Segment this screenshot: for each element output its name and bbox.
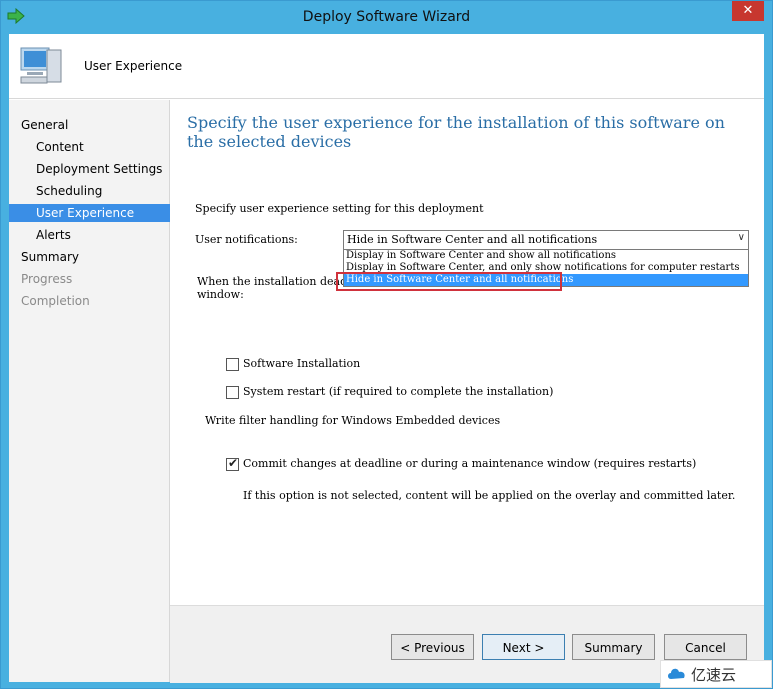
- header-page-name: User Experience: [84, 59, 183, 73]
- watermark: 亿速云: [660, 660, 772, 688]
- commit-note: If this option is not selected, content …: [243, 489, 736, 502]
- cancel-button[interactable]: Cancel: [664, 634, 747, 660]
- nav-item-alerts[interactable]: Alerts: [9, 226, 195, 244]
- nav-item-user-experience[interactable]: User Experience: [9, 204, 195, 222]
- wizard-window: Deploy Software Wizard ✕ User Experience…: [0, 0, 773, 689]
- close-button[interactable]: ✕: [732, 1, 764, 21]
- notifications-select[interactable]: Hide in Software Center and all notifica…: [343, 230, 749, 250]
- section-label: Specify user experience setting for this…: [195, 202, 484, 215]
- notifications-label: User notifications:: [195, 233, 298, 246]
- nav-item-general[interactable]: General: [9, 116, 180, 134]
- system-restart-checkbox[interactable]: [226, 386, 239, 399]
- next-button[interactable]: Next >: [482, 634, 565, 660]
- software-installation-label[interactable]: Software Installation: [243, 357, 360, 370]
- window-title: Deploy Software Wizard: [302, 9, 471, 25]
- nav-item-deployment-settings[interactable]: Deployment Settings: [9, 160, 195, 178]
- nav-item-summary[interactable]: Summary: [9, 248, 180, 266]
- system-restart-label[interactable]: System restart (if required to complete …: [243, 385, 553, 398]
- watermark-text: 亿速云: [691, 666, 737, 684]
- nav-item-progress: Progress: [21, 272, 73, 286]
- title-bar[interactable]: Deploy Software Wizard ✕: [1, 1, 772, 34]
- summary-button[interactable]: Summary: [572, 634, 655, 660]
- wizard-main: Specify the user experience for the inst…: [170, 100, 764, 605]
- nav-item-content[interactable]: Content: [9, 138, 195, 156]
- chevron-down-icon[interactable]: ∨: [738, 232, 745, 243]
- page-heading: Specify the user experience for the inst…: [187, 113, 725, 151]
- previous-button[interactable]: < Previous: [391, 634, 474, 660]
- wizard-client: User Experience General Content Deployme…: [9, 34, 764, 683]
- software-installation-checkbox[interactable]: [226, 358, 239, 371]
- dropdown-option-show-all[interactable]: Display in Software Center and show all …: [344, 250, 748, 262]
- computer-icon: [20, 47, 62, 84]
- checkmark-icon: ✔: [228, 456, 239, 470]
- highlight-box: [336, 272, 562, 291]
- commit-changes-checkbox[interactable]: ✔: [226, 456, 239, 471]
- write-filter-label: Write filter handling for Windows Embedd…: [205, 414, 501, 427]
- notifications-selected-value: Hide in Software Center and all notifica…: [347, 233, 598, 246]
- cloud-logo-icon: [668, 668, 685, 679]
- wizard-nav: General Content Deployment Settings Sche…: [9, 100, 195, 682]
- nav-item-scheduling[interactable]: Scheduling: [9, 182, 195, 200]
- nav-item-completion: Completion: [21, 294, 90, 308]
- wizard-header: User Experience: [9, 34, 764, 99]
- deadline-label-line2: window:: [197, 288, 244, 301]
- commit-changes-label[interactable]: Commit changes at deadline or during a m…: [243, 457, 696, 470]
